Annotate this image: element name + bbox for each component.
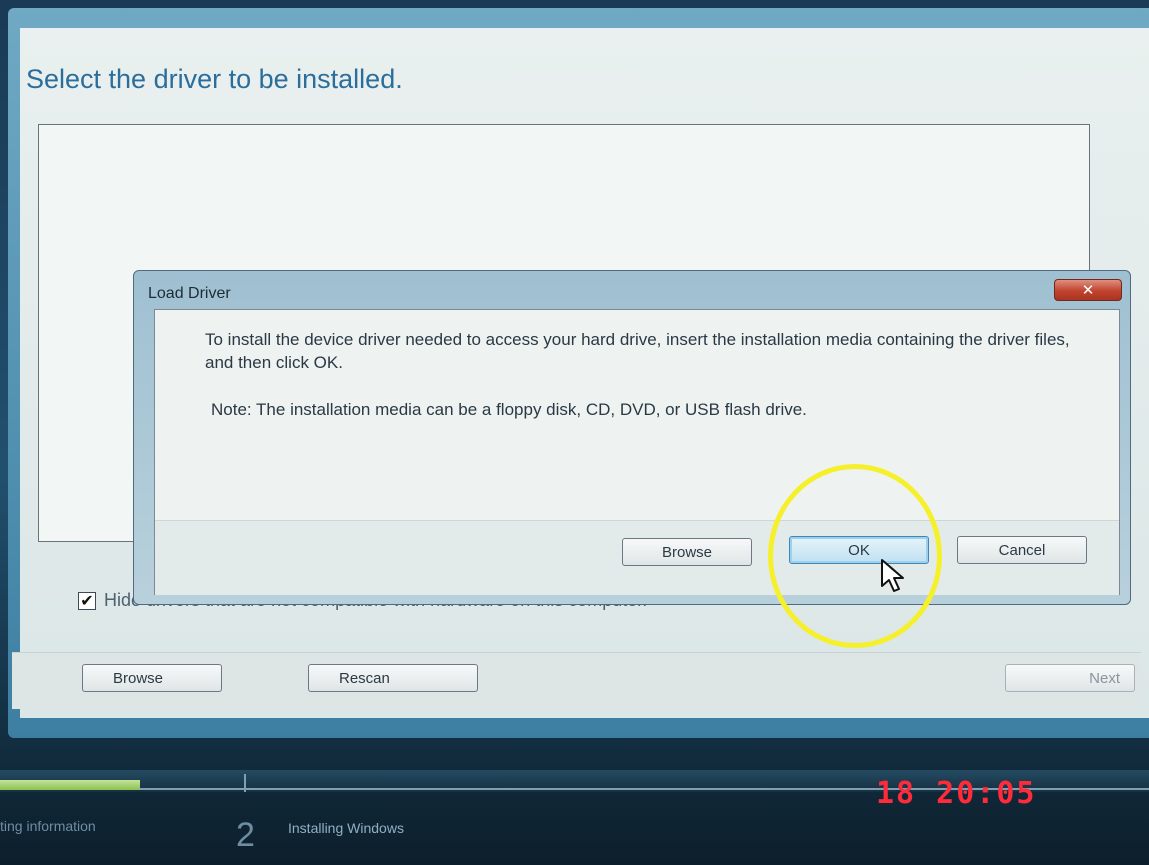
close-icon[interactable]: ✕: [1054, 279, 1122, 301]
next-button[interactable]: Next: [1005, 664, 1135, 692]
dialog-cancel-button[interactable]: Cancel: [957, 536, 1087, 564]
browse-button[interactable]: Browse: [82, 664, 222, 692]
dialog-body: To install the device driver needed to a…: [154, 309, 1120, 595]
rescan-button[interactable]: Rescan: [308, 664, 478, 692]
highlight-circle-annotation: [768, 464, 942, 648]
setup-progress-fill: [0, 780, 140, 790]
dialog-browse-button[interactable]: Browse: [622, 538, 752, 566]
dialog-note: Note: The installation media can be a fl…: [211, 400, 807, 419]
hide-incompatible-checkbox[interactable]: ✔: [78, 591, 96, 610]
camera-timestamp: 18 20:05: [876, 776, 1037, 811]
mouse-pointer-icon: [881, 559, 904, 592]
current-step-number: 2: [236, 816, 255, 854]
previous-step-label: ting information: [0, 818, 96, 834]
load-driver-dialog: Load Driver ✕ To install the device driv…: [133, 270, 1131, 605]
step-divider: [244, 774, 246, 792]
dialog-title: Load Driver: [148, 285, 231, 302]
page-title: Select the driver to be installed.: [26, 64, 403, 94]
dialog-message: To install the device driver needed to a…: [205, 330, 1070, 372]
current-step-label: Installing Windows: [288, 820, 404, 836]
